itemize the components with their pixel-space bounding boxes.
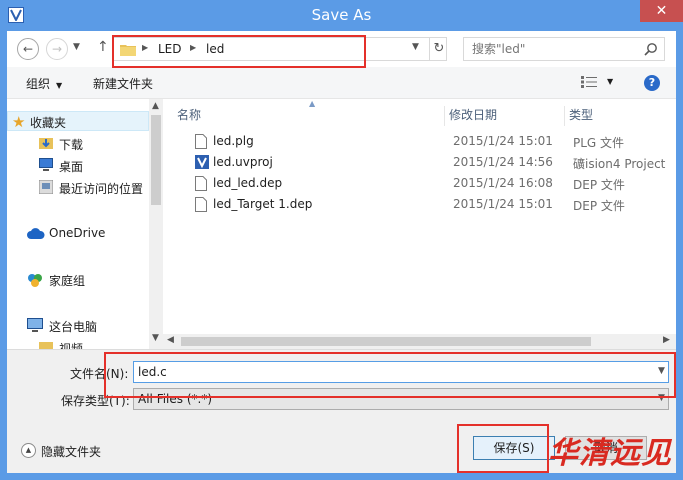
nav-item-videos[interactable]: 视频 bbox=[7, 337, 149, 349]
back-button[interactable]: ← bbox=[17, 38, 39, 60]
file-type: PLG 文件 bbox=[573, 136, 625, 150]
navigation-pane: ★ 收藏夹 下载 桌面 最近访问的位置 OneDrive 家庭组 这台电脑 视频… bbox=[7, 99, 163, 349]
navigation-row: ← → ▼ ↑ ▶ LED ▶ led ▼ ↻ bbox=[7, 31, 676, 67]
window-title: Save As bbox=[311, 6, 372, 24]
filename-dropdown-icon[interactable]: ▼ bbox=[658, 366, 665, 376]
search-input[interactable] bbox=[464, 38, 634, 60]
watermark-text: 华清远见 bbox=[548, 436, 672, 471]
nav-scrollbar[interactable]: ▲ ▼ bbox=[149, 99, 163, 349]
scroll-right-icon[interactable]: ▶ bbox=[663, 335, 670, 345]
column-header-date[interactable]: 修改日期 bbox=[445, 106, 565, 126]
nav-item-recent-places[interactable]: 最近访问的位置 bbox=[7, 177, 149, 197]
nav-scrollbar-thumb[interactable] bbox=[151, 115, 161, 205]
computer-icon bbox=[27, 318, 43, 332]
desktop-icon bbox=[39, 158, 53, 171]
file-date: 2015/1/24 15:01 bbox=[453, 134, 553, 148]
nav-item-desktop[interactable]: 桌面 bbox=[7, 155, 149, 175]
collapse-up-icon: ▲ bbox=[21, 443, 36, 458]
up-arrow-icon[interactable]: ↑ bbox=[97, 39, 111, 55]
file-name: led.uvproj bbox=[213, 155, 273, 169]
view-options-icon[interactable] bbox=[581, 76, 597, 88]
search-box[interactable] bbox=[463, 37, 665, 61]
save-button[interactable]: 保存(S) bbox=[473, 436, 555, 460]
view-dropdown-icon[interactable]: ▼ bbox=[607, 77, 613, 86]
filename-label: 文件名(N): bbox=[70, 367, 129, 381]
file-name: led_led.dep bbox=[213, 176, 283, 190]
nav-item-label: OneDrive bbox=[49, 226, 106, 240]
download-folder-icon bbox=[39, 138, 53, 149]
recent-locations-chevron-icon[interactable]: ▼ bbox=[73, 42, 85, 52]
file-row[interactable]: led.uvproj 2015/1/24 14:56 礦ision4 Proje… bbox=[163, 152, 676, 173]
nav-item-homegroup[interactable]: 家庭组 bbox=[7, 269, 149, 289]
star-icon: ★ bbox=[12, 113, 26, 131]
file-type: DEP 文件 bbox=[573, 178, 625, 192]
file-date: 2015/1/24 14:56 bbox=[453, 155, 553, 169]
file-icon bbox=[195, 134, 207, 149]
file-row[interactable]: led.plg 2015/1/24 15:01 PLG 文件 bbox=[163, 131, 676, 152]
file-row[interactable]: led_Target 1.dep 2015/1/24 15:01 DEP 文件 bbox=[163, 194, 676, 215]
forward-button[interactable]: → bbox=[46, 38, 68, 60]
chevron-down-icon: ▼ bbox=[56, 81, 63, 90]
breadcrumb-separator-icon: ▶ bbox=[142, 43, 149, 52]
breadcrumb-led-parent[interactable]: LED bbox=[158, 42, 182, 56]
save-as-dialog: Save As ✕ ← → ▼ ↑ ▶ LED ▶ led ▼ ↻ 搜索"led… bbox=[0, 0, 683, 480]
new-folder-button[interactable]: 新建文件夹 bbox=[93, 75, 153, 92]
filetype-dropdown-icon[interactable]: ▼ bbox=[658, 393, 665, 403]
breadcrumb-separator-icon: ▶ bbox=[190, 43, 197, 52]
nav-item-label: 最近访问的位置 bbox=[59, 182, 144, 196]
search-icon[interactable] bbox=[644, 42, 658, 56]
scroll-down-icon[interactable]: ▼ bbox=[152, 333, 159, 343]
organize-label: 组织 bbox=[26, 77, 51, 91]
toolbar: 组织 ▼ 新建文件夹 ▼ ? bbox=[7, 67, 676, 99]
nav-item-label: 这台电脑 bbox=[49, 320, 98, 334]
address-dropdown-icon[interactable]: ▼ bbox=[412, 42, 419, 52]
file-icon bbox=[195, 197, 207, 212]
uvision-project-icon bbox=[195, 155, 209, 169]
organize-button[interactable]: 组织 ▼ bbox=[26, 75, 62, 92]
title-bar: Save As ✕ bbox=[0, 0, 683, 31]
file-name: led.plg bbox=[213, 134, 254, 148]
file-type: DEP 文件 bbox=[573, 199, 625, 213]
file-name: led_Target 1.dep bbox=[213, 197, 313, 211]
scroll-up-icon[interactable]: ▲ bbox=[152, 101, 159, 111]
column-header-type[interactable]: 类型 bbox=[565, 106, 676, 126]
horizontal-scrollbar-thumb[interactable] bbox=[181, 337, 591, 346]
help-icon[interactable]: ? bbox=[644, 75, 660, 91]
column-header-name[interactable]: 名称 bbox=[173, 106, 445, 126]
homegroup-icon bbox=[28, 274, 42, 287]
file-list: ▲ 名称 修改日期 类型 led.plg 2015/1/24 15:01 PLG… bbox=[163, 99, 676, 349]
recent-places-icon bbox=[39, 180, 53, 194]
filetype-select[interactable]: All Files (*.*) bbox=[133, 388, 669, 410]
cloud-icon bbox=[27, 228, 45, 239]
file-date: 2015/1/24 16:08 bbox=[453, 176, 553, 190]
nav-item-favorites[interactable]: ★ 收藏夹 bbox=[7, 111, 149, 131]
scroll-left-icon[interactable]: ◀ bbox=[167, 335, 174, 345]
close-button[interactable]: ✕ bbox=[640, 0, 683, 22]
nav-item-downloads[interactable]: 下载 bbox=[7, 133, 149, 153]
nav-item-label: 家庭组 bbox=[49, 274, 86, 288]
nav-item-label: 下载 bbox=[59, 138, 84, 152]
filename-input[interactable] bbox=[133, 361, 669, 383]
address-bar[interactable]: ▶ LED ▶ led ▼ ↻ bbox=[113, 37, 447, 61]
nav-item-label: 收藏夹 bbox=[30, 116, 67, 130]
horizontal-scrollbar[interactable]: ◀ ▶ bbox=[163, 334, 676, 349]
nav-item-label: 桌面 bbox=[59, 160, 84, 174]
file-row[interactable]: led_led.dep 2015/1/24 16:08 DEP 文件 bbox=[163, 173, 676, 194]
filetype-label: 保存类型(T): bbox=[61, 394, 130, 408]
breadcrumb-led-current[interactable]: led bbox=[206, 42, 224, 56]
nav-item-onedrive[interactable]: OneDrive bbox=[7, 223, 149, 243]
refresh-icon[interactable]: ↻ bbox=[429, 38, 448, 60]
nav-item-label: 视频 bbox=[59, 342, 84, 349]
file-icon bbox=[195, 176, 207, 191]
file-date: 2015/1/24 15:01 bbox=[453, 197, 553, 211]
dialog-client: ← → ▼ ↑ ▶ LED ▶ led ▼ ↻ 搜索"led" 组织 ▼ 新建文… bbox=[7, 31, 676, 473]
nav-item-this-pc[interactable]: 这台电脑 bbox=[7, 315, 149, 335]
watermark-logo: 华清远见 bbox=[544, 422, 683, 480]
hide-folders-label: 隐藏文件夹 bbox=[41, 445, 102, 459]
file-type: 礦ision4 Project bbox=[573, 157, 666, 171]
folder-icon bbox=[120, 45, 136, 56]
video-folder-icon bbox=[39, 342, 53, 349]
